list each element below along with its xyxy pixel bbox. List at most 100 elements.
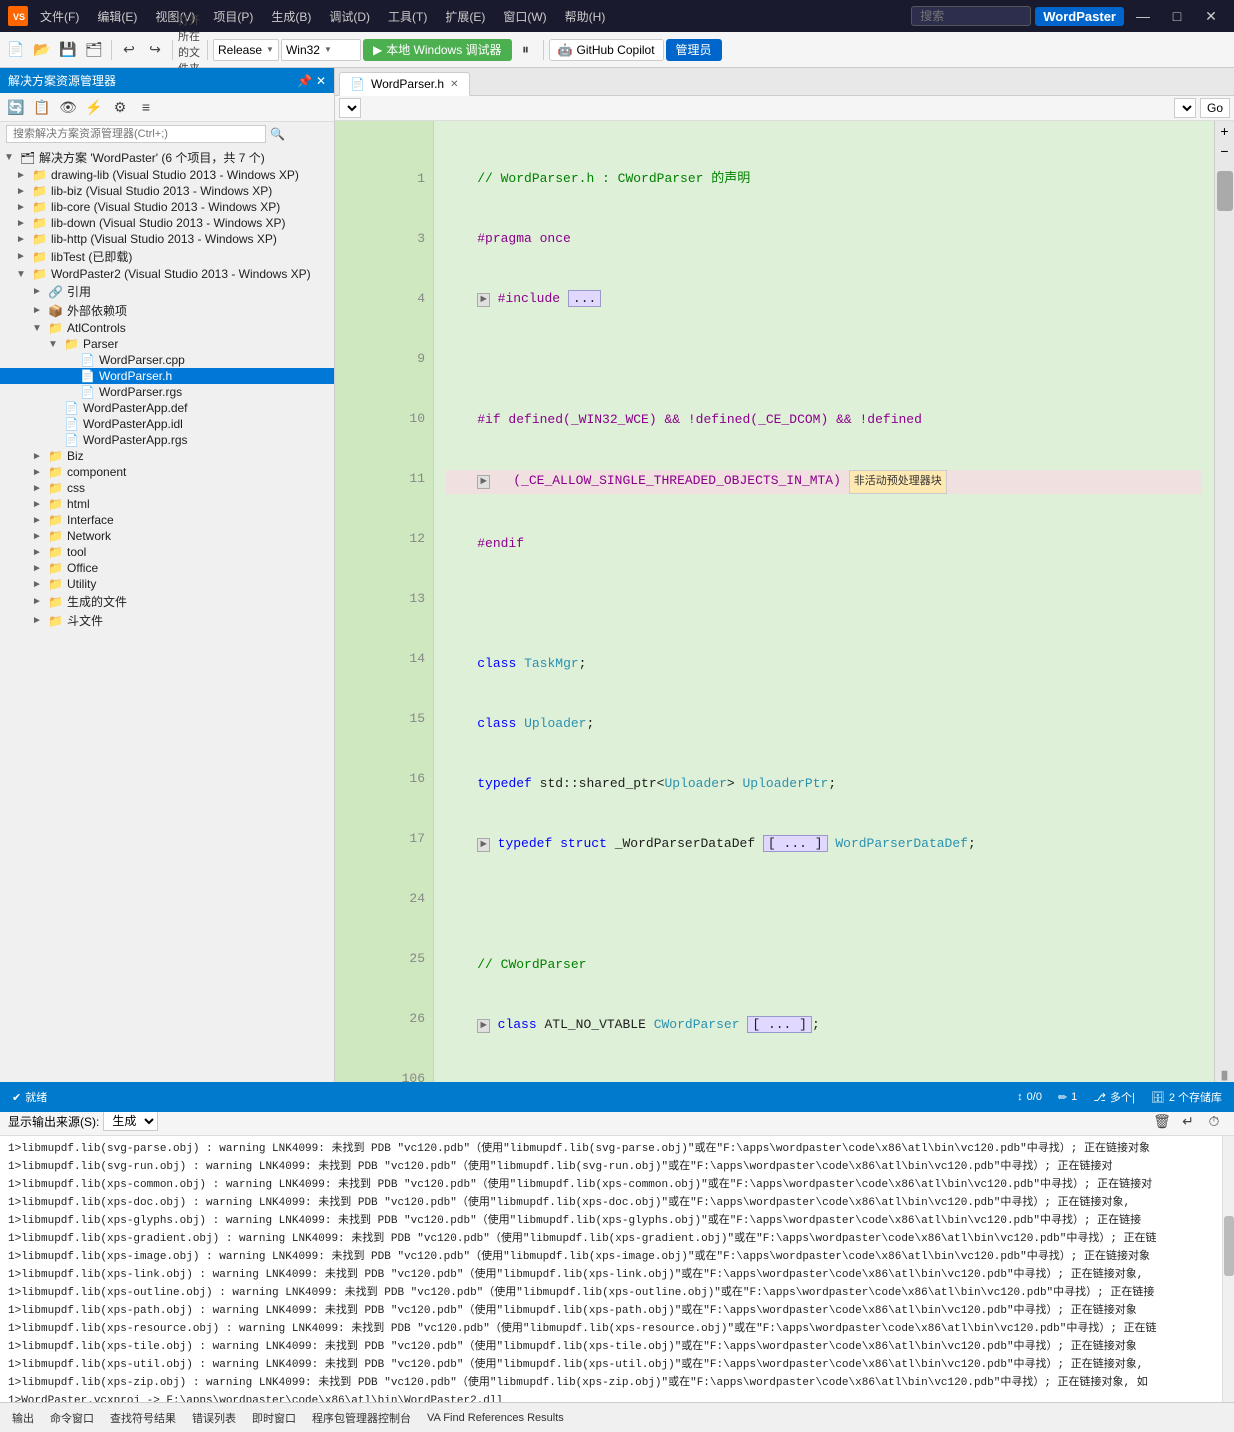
se-collapse-button[interactable]: 📋: [30, 95, 54, 119]
maximize-button[interactable]: □: [1162, 6, 1192, 26]
tab-package-manager[interactable]: 程序包管理器控制台: [308, 1408, 415, 1428]
tree-label-libTest: libTest (已即载): [51, 248, 132, 265]
output-scrollbar-thumb[interactable]: [1224, 1216, 1234, 1276]
tab-find-symbol-results[interactable]: 查找符号结果: [106, 1408, 180, 1428]
tree-item-component[interactable]: 📁component: [0, 464, 334, 480]
menu-project[interactable]: 项目(P): [205, 4, 261, 29]
output-line-2: 1>libmupdf.lib(xps-common.obj) : warning…: [8, 1176, 1214, 1194]
tab-va-find-references[interactable]: VA Find References Results: [423, 1410, 568, 1426]
tab-immediate-window[interactable]: 即时窗口: [248, 1408, 300, 1428]
tree-item-ref[interactable]: 🔗引用: [0, 282, 334, 301]
tree-item-WordParser.h[interactable]: 📄WordParser.h: [0, 368, 334, 384]
go-button[interactable]: Go: [1200, 98, 1230, 118]
menu-window[interactable]: 窗口(W): [495, 4, 554, 29]
output-scrollbar[interactable]: [1222, 1136, 1234, 1402]
menu-debug[interactable]: 调试(D): [321, 4, 378, 29]
tree-icon-generated-files: 📁: [48, 595, 64, 609]
tree-item-Parser[interactable]: 📁Parser: [0, 336, 334, 352]
branch-icon: ⎇: [1093, 1091, 1106, 1104]
tree-item-AtlControls[interactable]: 📁AtlControls: [0, 320, 334, 336]
tree-arrow-Parser: [48, 339, 64, 350]
tab-output[interactable]: 输出: [8, 1408, 38, 1428]
editor-scrollbar-track[interactable]: [1215, 161, 1234, 1069]
editor-zoom-in-button[interactable]: +: [1215, 121, 1234, 141]
se-more-button[interactable]: ≡: [134, 95, 158, 119]
menu-build[interactable]: 生成(B): [263, 4, 319, 29]
close-button[interactable]: ✕: [1196, 6, 1226, 26]
open-all-files-button[interactable]: 打开所在的文件夹(0): [178, 38, 202, 62]
tree-arrow-Utility: [32, 579, 48, 590]
main-layout: 解决方案资源管理器 📌 ✕ 🔄 📋 👁 ⚡ ⚙ ≡ 🔍 🗂 解决方案 'Word…: [0, 68, 1234, 1082]
tree-item-WordPasterApp.def[interactable]: 📄WordPasterApp.def: [0, 400, 334, 416]
tree-item-css[interactable]: 📁css: [0, 480, 334, 496]
tree-item-tool[interactable]: 📁tool: [0, 544, 334, 560]
tab-command-window[interactable]: 命令窗口: [46, 1408, 98, 1428]
save-all-button[interactable]: 🗂: [82, 38, 106, 62]
platform-dropdown[interactable]: Win32 ▼: [281, 39, 361, 61]
tree-item-WordPaster2[interactable]: 📁WordPaster2 (Visual Studio 2013 - Windo…: [0, 266, 334, 282]
run-debug-button[interactable]: ▶ 本地 Windows 调试器: [363, 39, 512, 61]
tree-label-ref: 引用: [67, 283, 91, 300]
se-refresh-button[interactable]: 🔄: [4, 95, 28, 119]
output-clear-button[interactable]: 🗑: [1150, 1109, 1174, 1133]
save-button[interactable]: 💾: [56, 38, 80, 62]
manage-button[interactable]: 管理员: [666, 39, 722, 61]
output-wrap-button[interactable]: ↵: [1176, 1109, 1200, 1133]
menu-extensions[interactable]: 扩展(E): [437, 4, 493, 29]
editor-scrollbar-thumb[interactable]: [1217, 171, 1233, 211]
build-config-dropdown[interactable]: Release ▼: [213, 39, 279, 61]
menu-edit[interactable]: 编辑(E): [89, 4, 145, 29]
solution-explorer-search-input[interactable]: [6, 125, 266, 143]
tree-item-html[interactable]: 📁html: [0, 496, 334, 512]
se-show-all-button[interactable]: 👁: [56, 95, 80, 119]
se-pending-button[interactable]: ⚡: [82, 95, 106, 119]
menu-help[interactable]: 帮助(H): [557, 4, 614, 29]
open-button[interactable]: 📂: [30, 38, 54, 62]
tree-item-libTest[interactable]: 📁libTest (已即载): [0, 247, 334, 266]
tab-error-list[interactable]: 错误列表: [188, 1408, 240, 1428]
tree-item-Interface[interactable]: 📁Interface: [0, 512, 334, 528]
se-close-button[interactable]: ✕: [316, 74, 326, 88]
status-col-label: 1: [1071, 1091, 1077, 1103]
tree-item-WordParser.cpp[interactable]: 📄WordParser.cpp: [0, 352, 334, 368]
app-title-label: WordPaster: [1035, 7, 1124, 26]
output-copy-button[interactable]: ⏱: [1202, 1109, 1226, 1133]
tree-item-Utility[interactable]: 📁Utility: [0, 576, 334, 592]
tree-root[interactable]: 🗂 解决方案 'WordPaster' (6 个项目，共 7 个): [0, 148, 334, 167]
tree-item-generated-files[interactable]: 📁生成的文件: [0, 592, 334, 611]
editor-tab-wordparser-h[interactable]: 📄 WordParser.h ✕: [339, 72, 470, 96]
tree-icon-lib-http: 📁: [32, 232, 48, 246]
tree-item-lib-core[interactable]: 📁lib-core (Visual Studio 2013 - Windows …: [0, 199, 334, 215]
output-source-dropdown[interactable]: 生成: [103, 1111, 158, 1131]
tree-item-Office[interactable]: 📁Office: [0, 560, 334, 576]
new-file-button[interactable]: 📄: [4, 38, 28, 62]
se-settings-button[interactable]: ⚙: [108, 95, 132, 119]
context-class-dropdown[interactable]: [339, 98, 361, 118]
pause-button[interactable]: ⏸: [514, 38, 538, 62]
tree-item-Network[interactable]: 📁Network: [0, 528, 334, 544]
tree-item-lib-down[interactable]: 📁lib-down (Visual Studio 2013 - Windows …: [0, 215, 334, 231]
menu-file[interactable]: 文件(F): [32, 4, 87, 29]
tree-item-WordPasterApp.rgs[interactable]: 📄WordPasterApp.rgs: [0, 432, 334, 448]
tree-item-lib-http[interactable]: 📁lib-http (Visual Studio 2013 - Windows …: [0, 231, 334, 247]
tree-label-Interface: Interface: [67, 513, 114, 527]
global-search-input[interactable]: [911, 6, 1031, 26]
tree-item-WordParser.rgs[interactable]: 📄WordParser.rgs: [0, 384, 334, 400]
tab-close-button[interactable]: ✕: [450, 79, 458, 90]
tree-item-WordPasterApp.idl[interactable]: 📄WordPasterApp.idl: [0, 416, 334, 432]
editor-zoom-out-button[interactable]: −: [1215, 141, 1234, 161]
tree-label-WordParser.rgs: WordParser.rgs: [99, 385, 182, 399]
undo-button[interactable]: ↩: [117, 38, 141, 62]
copilot-button[interactable]: 🤖 GitHub Copilot: [549, 39, 664, 61]
tree-item-Biz[interactable]: 📁Biz: [0, 448, 334, 464]
code-editor[interactable]: 1 3 4 9 10 11 12 13 14 15 16 17 24 25 26…: [335, 121, 1214, 1082]
se-pin-button[interactable]: 📌: [297, 74, 312, 88]
menu-tools[interactable]: 工具(T): [380, 4, 435, 29]
tree-item-doufiles[interactable]: 📁斗文件: [0, 611, 334, 630]
redo-button[interactable]: ↪: [143, 38, 167, 62]
minimize-button[interactable]: —: [1128, 6, 1158, 26]
tree-item-ext-dep[interactable]: 📦外部依赖项: [0, 301, 334, 320]
tree-item-lib-biz[interactable]: 📁lib-biz (Visual Studio 2013 - Windows X…: [0, 183, 334, 199]
context-method-dropdown[interactable]: [1174, 98, 1196, 118]
tree-item-drawing-lib[interactable]: 📁drawing-lib (Visual Studio 2013 - Windo…: [0, 167, 334, 183]
